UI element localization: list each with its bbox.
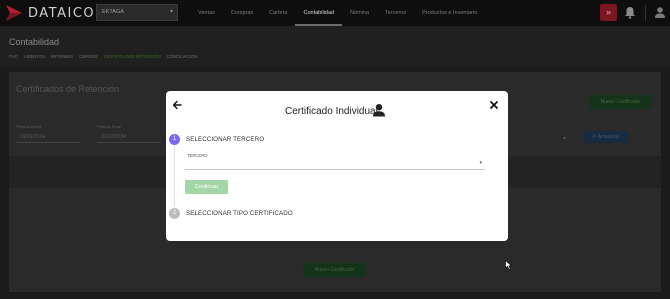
sub-nav: PUC ASIENTOS INFORMES CIERRES CERTIFICAD… — [9, 54, 197, 59]
dataico-app-icon[interactable]: » — [600, 4, 617, 21]
from-period-field[interactable]: 01/01/2024 — [16, 132, 80, 143]
chevron-down-icon: ▾ — [169, 9, 173, 15]
empty-state-new-certificate-button[interactable]: Nuevo Certificado — [303, 263, 366, 277]
back-arrow-icon[interactable] — [172, 100, 182, 110]
subnav-cierres[interactable]: CIERRES — [79, 54, 98, 59]
tercero-select[interactable]: ▾ — [185, 159, 485, 170]
subnav-conciliacion[interactable]: CONCILIACIÓN — [167, 54, 197, 59]
user-menu-icon[interactable] — [654, 6, 666, 19]
nav-item-terceros[interactable]: Terceros — [377, 0, 414, 26]
mouse-cursor-icon — [505, 260, 513, 270]
main-nav: Ventas Compras Cartera Contabilidad Nómi… — [190, 0, 485, 26]
subnav-puc[interactable]: PUC — [9, 54, 18, 59]
nav-item-contabilidad[interactable]: Contabilidad — [295, 0, 343, 26]
step-label: SELECCIONAR TIPO CERTIFICADO — [186, 210, 293, 217]
company-select[interactable]: EKTAGA ▾ — [96, 4, 178, 21]
nav-item-compras[interactable]: Compras — [223, 0, 261, 26]
modal-title: Certificado Individual — [285, 106, 378, 117]
company-select-value: EKTAGA — [102, 9, 124, 15]
page-title: Contabilidad — [9, 37, 60, 47]
dataico-logo-icon — [6, 5, 22, 21]
continue-button[interactable]: Continuar — [185, 180, 228, 194]
step-connector — [174, 146, 175, 207]
refresh-button[interactable]: ⟳ Actualizar — [584, 131, 628, 143]
close-icon[interactable] — [489, 100, 499, 110]
from-period-label: Periodo Inicial — [16, 124, 42, 129]
step-number-badge: 1 — [169, 134, 180, 145]
subnav-asientos[interactable]: ASIENTOS — [24, 54, 45, 59]
new-certificate-button[interactable]: Nuevo Certificado — [589, 95, 652, 109]
step-select-tercero: 1 SELECCIONAR TERCERO — [169, 134, 264, 145]
user-icon — [373, 104, 385, 117]
to-period-label: Periodo Final — [97, 124, 121, 129]
caret-down-icon: ▾ — [479, 160, 482, 166]
to-period-field[interactable]: 31/12/2024 — [97, 132, 161, 143]
nav-item-productos[interactable]: Productos e Inventario — [414, 0, 485, 26]
tercero-label: TERCERO — [187, 153, 208, 158]
nav-item-nomina[interactable]: Nómina — [342, 0, 377, 26]
step-select-certificate-type: 2 SELECCIONAR TIPO CERTIFICADO — [169, 208, 293, 219]
step-number-badge: 2 — [169, 208, 180, 219]
bell-icon[interactable] — [624, 6, 636, 19]
top-divider — [645, 5, 646, 21]
nav-item-ventas[interactable]: Ventas — [190, 0, 223, 26]
subnav-certificados[interactable]: CERTIFICADOS RETENCIÓN — [104, 54, 161, 59]
chevron-down-icon: ▾ — [563, 136, 567, 142]
step-label: SELECCIONAR TERCERO — [186, 136, 265, 143]
dataico-logo[interactable]: DATAICO — [5, 4, 95, 22]
nav-item-cartera[interactable]: Cartera — [261, 0, 295, 26]
card-title: Certificados de Retención — [16, 84, 120, 94]
subnav-informes[interactable]: INFORMES — [51, 54, 73, 59]
individual-certificate-modal: Certificado Individual 1 SELECCIONAR TER… — [166, 91, 508, 241]
page-header: Contabilidad PUC ASIENTOS INFORMES CIERR… — [0, 26, 670, 66]
top-navbar: DATAICO EKTAGA ▾ Ventas Compras Cartera … — [0, 0, 670, 26]
brand-name: DATAICO — [28, 5, 96, 21]
